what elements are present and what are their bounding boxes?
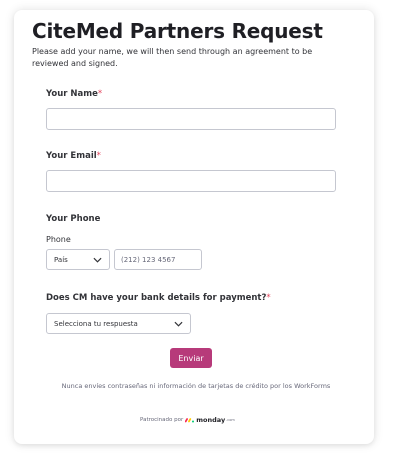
security-notice: Nunca envíes contraseñas ni información … — [61, 382, 331, 390]
form-description: Please add your name, we will then send … — [32, 47, 313, 68]
monday-logo: monday .com — [185, 416, 235, 424]
name-label: Your Name* — [46, 89, 102, 99]
monday-wordmark: monday — [196, 416, 226, 424]
submit-button[interactable]: Enviar — [170, 348, 212, 368]
form-card — [14, 10, 374, 444]
country-select-value: País — [54, 255, 68, 264]
bank-label: Does CM have your bank details for payme… — [46, 293, 271, 303]
required-marker: * — [266, 293, 271, 303]
required-marker: * — [96, 151, 101, 161]
country-select[interactable]: País — [46, 249, 110, 270]
email-label: Your Email* — [46, 151, 101, 161]
bank-select[interactable]: Selecciona tu respuesta — [46, 313, 191, 334]
required-marker: * — [97, 89, 103, 99]
email-input[interactable] — [46, 170, 336, 192]
phone-input[interactable]: (212) 123 4567 — [114, 249, 202, 270]
name-input[interactable] — [46, 108, 336, 130]
chevron-down-icon — [93, 257, 102, 263]
monday-logo-icon — [185, 418, 195, 423]
phone-sublabel: Phone — [46, 235, 71, 244]
sponsor-line[interactable]: Patrocinado por monday .com — [140, 416, 235, 424]
sponsor-prefix: Patrocinado por — [140, 417, 184, 423]
chevron-down-icon — [174, 321, 183, 327]
monday-suffix: .com — [226, 418, 235, 422]
email-label-text: Your Email — [46, 151, 97, 161]
name-label-text: Your Name — [46, 89, 98, 99]
phone-placeholder: (212) 123 4567 — [121, 255, 176, 264]
phone-label: Your Phone — [46, 214, 101, 224]
bank-label-text: Does CM have your bank details for payme… — [46, 293, 267, 303]
bank-select-value: Selecciona tu respuesta — [54, 319, 138, 328]
form-title: CiteMed Partners Request — [32, 19, 323, 43]
